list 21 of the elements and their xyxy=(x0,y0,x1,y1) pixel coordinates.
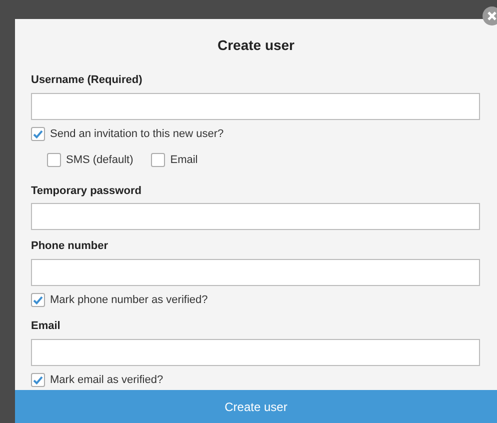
checkbox-label: Email xyxy=(170,153,198,168)
field-label: Temporary password xyxy=(31,184,142,198)
checkbox[interactable] xyxy=(31,126,45,141)
field-label: Username (Required) xyxy=(31,73,144,88)
field-label: Email xyxy=(31,319,62,334)
checkbox-label: Mark email as verified? xyxy=(50,372,164,388)
dialog-title: Create user xyxy=(216,36,296,55)
input-field[interactable] xyxy=(31,92,480,120)
checkbox-label: Send an invitation to this new user? xyxy=(50,126,224,142)
checkbox[interactable] xyxy=(47,153,61,168)
create-user-button[interactable]: Create user xyxy=(15,390,497,423)
checkbox[interactable] xyxy=(31,292,45,307)
field-label: Phone number xyxy=(31,239,110,254)
close-icon[interactable] xyxy=(482,6,497,26)
input-field[interactable] xyxy=(31,258,480,286)
input-field[interactable] xyxy=(31,338,480,366)
input-field[interactable] xyxy=(31,203,480,230)
checkbox[interactable] xyxy=(151,153,166,168)
checkbox-label: SMS (default) xyxy=(66,153,134,168)
checkbox-label: Mark phone number as verified? xyxy=(50,292,208,308)
checkbox[interactable] xyxy=(31,372,45,387)
